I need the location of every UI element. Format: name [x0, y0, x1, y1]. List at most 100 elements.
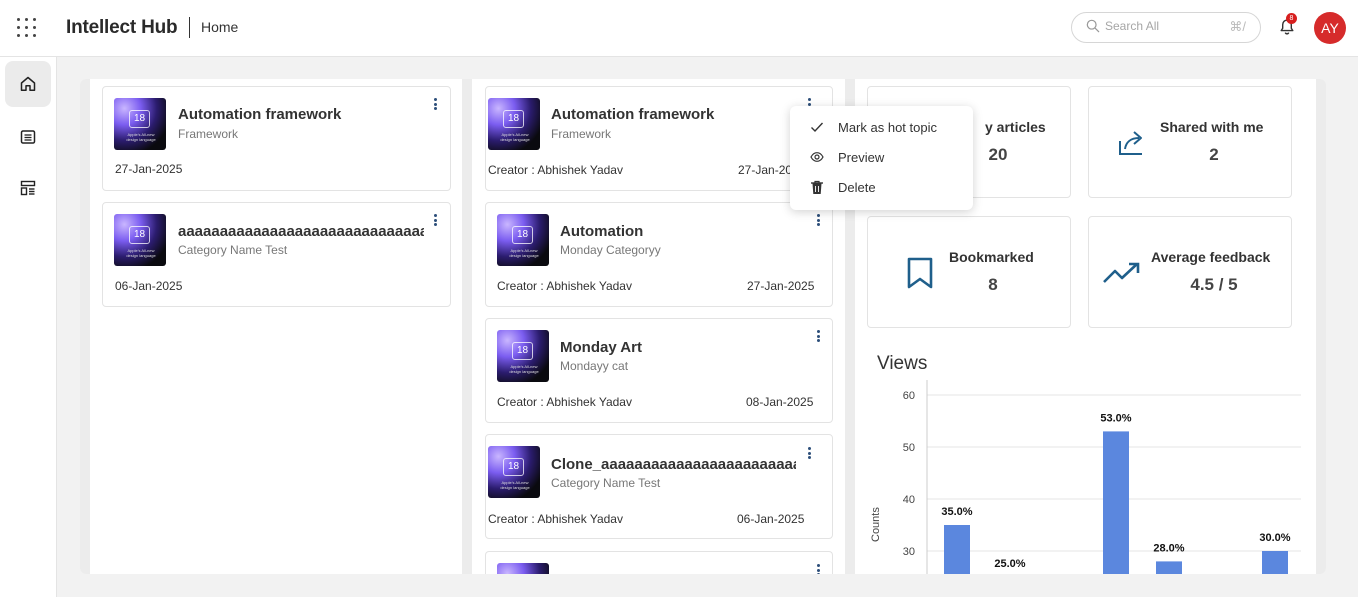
- article-thumbnail: 18 Apple's All-new design language: [488, 98, 540, 150]
- bar-data-label: 28.0%: [1153, 542, 1184, 554]
- top-header: Intellect Hub Home ⌘/ 8 AY: [0, 0, 1358, 57]
- thumbnail-number: 18: [512, 342, 533, 360]
- breadcrumb[interactable]: Home: [201, 19, 238, 35]
- article-thumbnail: 18 Apple's All-new design language: [497, 330, 549, 382]
- stat-value: 2: [1209, 145, 1219, 164]
- article-thumbnail: [497, 563, 549, 574]
- more-options-icon[interactable]: [804, 446, 814, 460]
- list-icon: [20, 130, 36, 144]
- card-creator: Creator : Abhishek Yadav: [497, 279, 632, 293]
- views-bar-chart: 60 50 40 30 35.0% 25.0% 53.0% 28.0% 30.0%: [903, 380, 1301, 574]
- card-title[interactable]: Clone_aaaaaaaaaaaaaaaaaaaaaaaaaaa: [551, 456, 796, 473]
- bar-data-label: 35.0%: [941, 506, 972, 518]
- search-icon: [1086, 19, 1100, 33]
- card-date: 27-Jan-2025: [115, 162, 183, 176]
- y-tick-label: 50: [903, 442, 915, 454]
- thumbnail-caption: Apple's All-new design language: [500, 480, 530, 490]
- card-title[interactable]: Automation framework: [551, 106, 791, 123]
- card-date: 27-Jan-2025: [747, 279, 815, 293]
- sidebar-item-home[interactable]: [5, 61, 51, 107]
- chart-bar: [1156, 561, 1182, 574]
- sidebar: [0, 57, 57, 597]
- menu-item-label: Mark as hot topic: [838, 120, 937, 135]
- chart-bar: [1103, 431, 1129, 574]
- article-thumbnail: 18 Apple's All-new design language: [114, 98, 166, 150]
- thumbnail-number: 18: [129, 226, 150, 244]
- check-icon: [811, 122, 824, 133]
- chart-bar: [1262, 551, 1288, 574]
- column-divider: [80, 79, 90, 574]
- stat-value: 4.5 / 5: [1190, 275, 1238, 294]
- menu-item-mark-hot-topic[interactable]: Mark as hot topic: [790, 113, 973, 141]
- card-category: Framework: [178, 127, 239, 141]
- stat-label: Bookmarked: [949, 249, 1034, 265]
- app-grid-icon[interactable]: [17, 18, 37, 38]
- card-creator: Creator : Abhishek Yadav: [488, 512, 623, 526]
- card-context-menu: Mark as hot topic Preview Delete: [790, 106, 973, 210]
- thumbnail-number: 18: [503, 110, 524, 128]
- y-tick-label: 30: [903, 546, 915, 558]
- article-card[interactable]: 18 Apple's All-new design language Autom…: [102, 86, 451, 191]
- article-thumbnail: 18 Apple's All-new design language: [114, 214, 166, 266]
- notification-badge: 8: [1286, 13, 1297, 24]
- more-options-icon[interactable]: [430, 97, 440, 111]
- card-category: Monday Categoryy: [560, 243, 661, 257]
- search-box[interactable]: ⌘/: [1071, 12, 1261, 43]
- column-divider: [462, 79, 472, 574]
- y-tick-label: 40: [903, 494, 915, 506]
- article-card[interactable]: [485, 551, 833, 574]
- article-card[interactable]: 18 Apple's All-new design language aaaaa…: [102, 202, 451, 307]
- card-title[interactable]: Automation framework: [178, 106, 428, 123]
- more-options-icon[interactable]: [813, 563, 823, 574]
- article-thumbnail: 18 Apple's All-new design language: [497, 214, 549, 266]
- thumbnail-caption: Apple's All-new design language: [126, 248, 156, 258]
- more-options-icon[interactable]: [430, 213, 440, 227]
- sidebar-item-layout[interactable]: [5, 165, 51, 211]
- stat-card-shared-with-me[interactable]: Shared with me 2: [1088, 86, 1292, 198]
- card-creator: Creator : Abhishek Yadav: [488, 163, 623, 177]
- thumbnail-caption: Apple's All-new design language: [509, 248, 539, 258]
- trash-icon: [811, 180, 823, 194]
- card-date: 06-Jan-2025: [115, 279, 183, 293]
- card-category: Mondayy cat: [560, 359, 629, 373]
- sidebar-item-articles[interactable]: [5, 114, 51, 160]
- column-divider: [1316, 79, 1326, 574]
- search-input[interactable]: [1105, 19, 1215, 33]
- card-title[interactable]: aaaaaaaaaaaaaaaaaaaaaaaaaaaaaaaaaaa: [178, 223, 424, 240]
- stat-label: Average feedback: [1151, 249, 1271, 265]
- menu-item-delete[interactable]: Delete: [790, 173, 973, 201]
- user-avatar[interactable]: AY: [1314, 12, 1346, 44]
- article-card[interactable]: 18 Apple's All-new design language Clone…: [485, 434, 833, 539]
- card-title[interactable]: Automation: [560, 223, 800, 240]
- menu-item-preview[interactable]: Preview: [790, 143, 973, 171]
- thumbnail-caption: Apple's All-new design language: [509, 364, 539, 374]
- search-shortcut: ⌘/: [1229, 19, 1246, 34]
- brand-title[interactable]: Intellect Hub: [66, 17, 178, 39]
- card-category: Category Name Test: [178, 243, 288, 257]
- stat-value: 20: [988, 145, 1008, 164]
- more-options-icon[interactable]: [813, 329, 823, 343]
- menu-item-label: Preview: [838, 150, 885, 165]
- stat-label: Shared with me: [1160, 119, 1264, 135]
- card-creator: Creator : Abhishek Yadav: [497, 395, 632, 409]
- card-category: Framework: [551, 127, 612, 141]
- article-card[interactable]: 18 Apple's All-new design language Autom…: [485, 86, 833, 191]
- eye-icon: [810, 152, 824, 162]
- bar-data-label: 53.0%: [1100, 412, 1131, 424]
- thumbnail-number: 18: [512, 226, 533, 244]
- header-divider: [189, 17, 190, 38]
- card-date: 08-Jan-2025: [746, 395, 814, 409]
- card-date: 06-Jan-2025: [737, 512, 805, 526]
- bar-data-label: 30.0%: [1259, 532, 1290, 544]
- article-card[interactable]: 18 Apple's All-new design language Monda…: [485, 318, 833, 423]
- chart-title: Views: [877, 353, 928, 374]
- chart-bar: [944, 525, 970, 574]
- card-title[interactable]: Monday Art: [560, 339, 800, 356]
- more-options-icon[interactable]: [813, 213, 823, 227]
- bar-data-label: 25.0%: [994, 558, 1025, 570]
- article-card[interactable]: 18 Apple's All-new design language Autom…: [485, 202, 833, 307]
- thumbnail-number: 18: [503, 458, 524, 476]
- stat-card-bookmarked[interactable]: Bookmarked 8: [867, 216, 1071, 328]
- thumbnail-caption: Apple's All-new design language: [126, 132, 156, 142]
- stat-card-average-feedback[interactable]: Average feedback 4.5 / 5: [1088, 216, 1292, 328]
